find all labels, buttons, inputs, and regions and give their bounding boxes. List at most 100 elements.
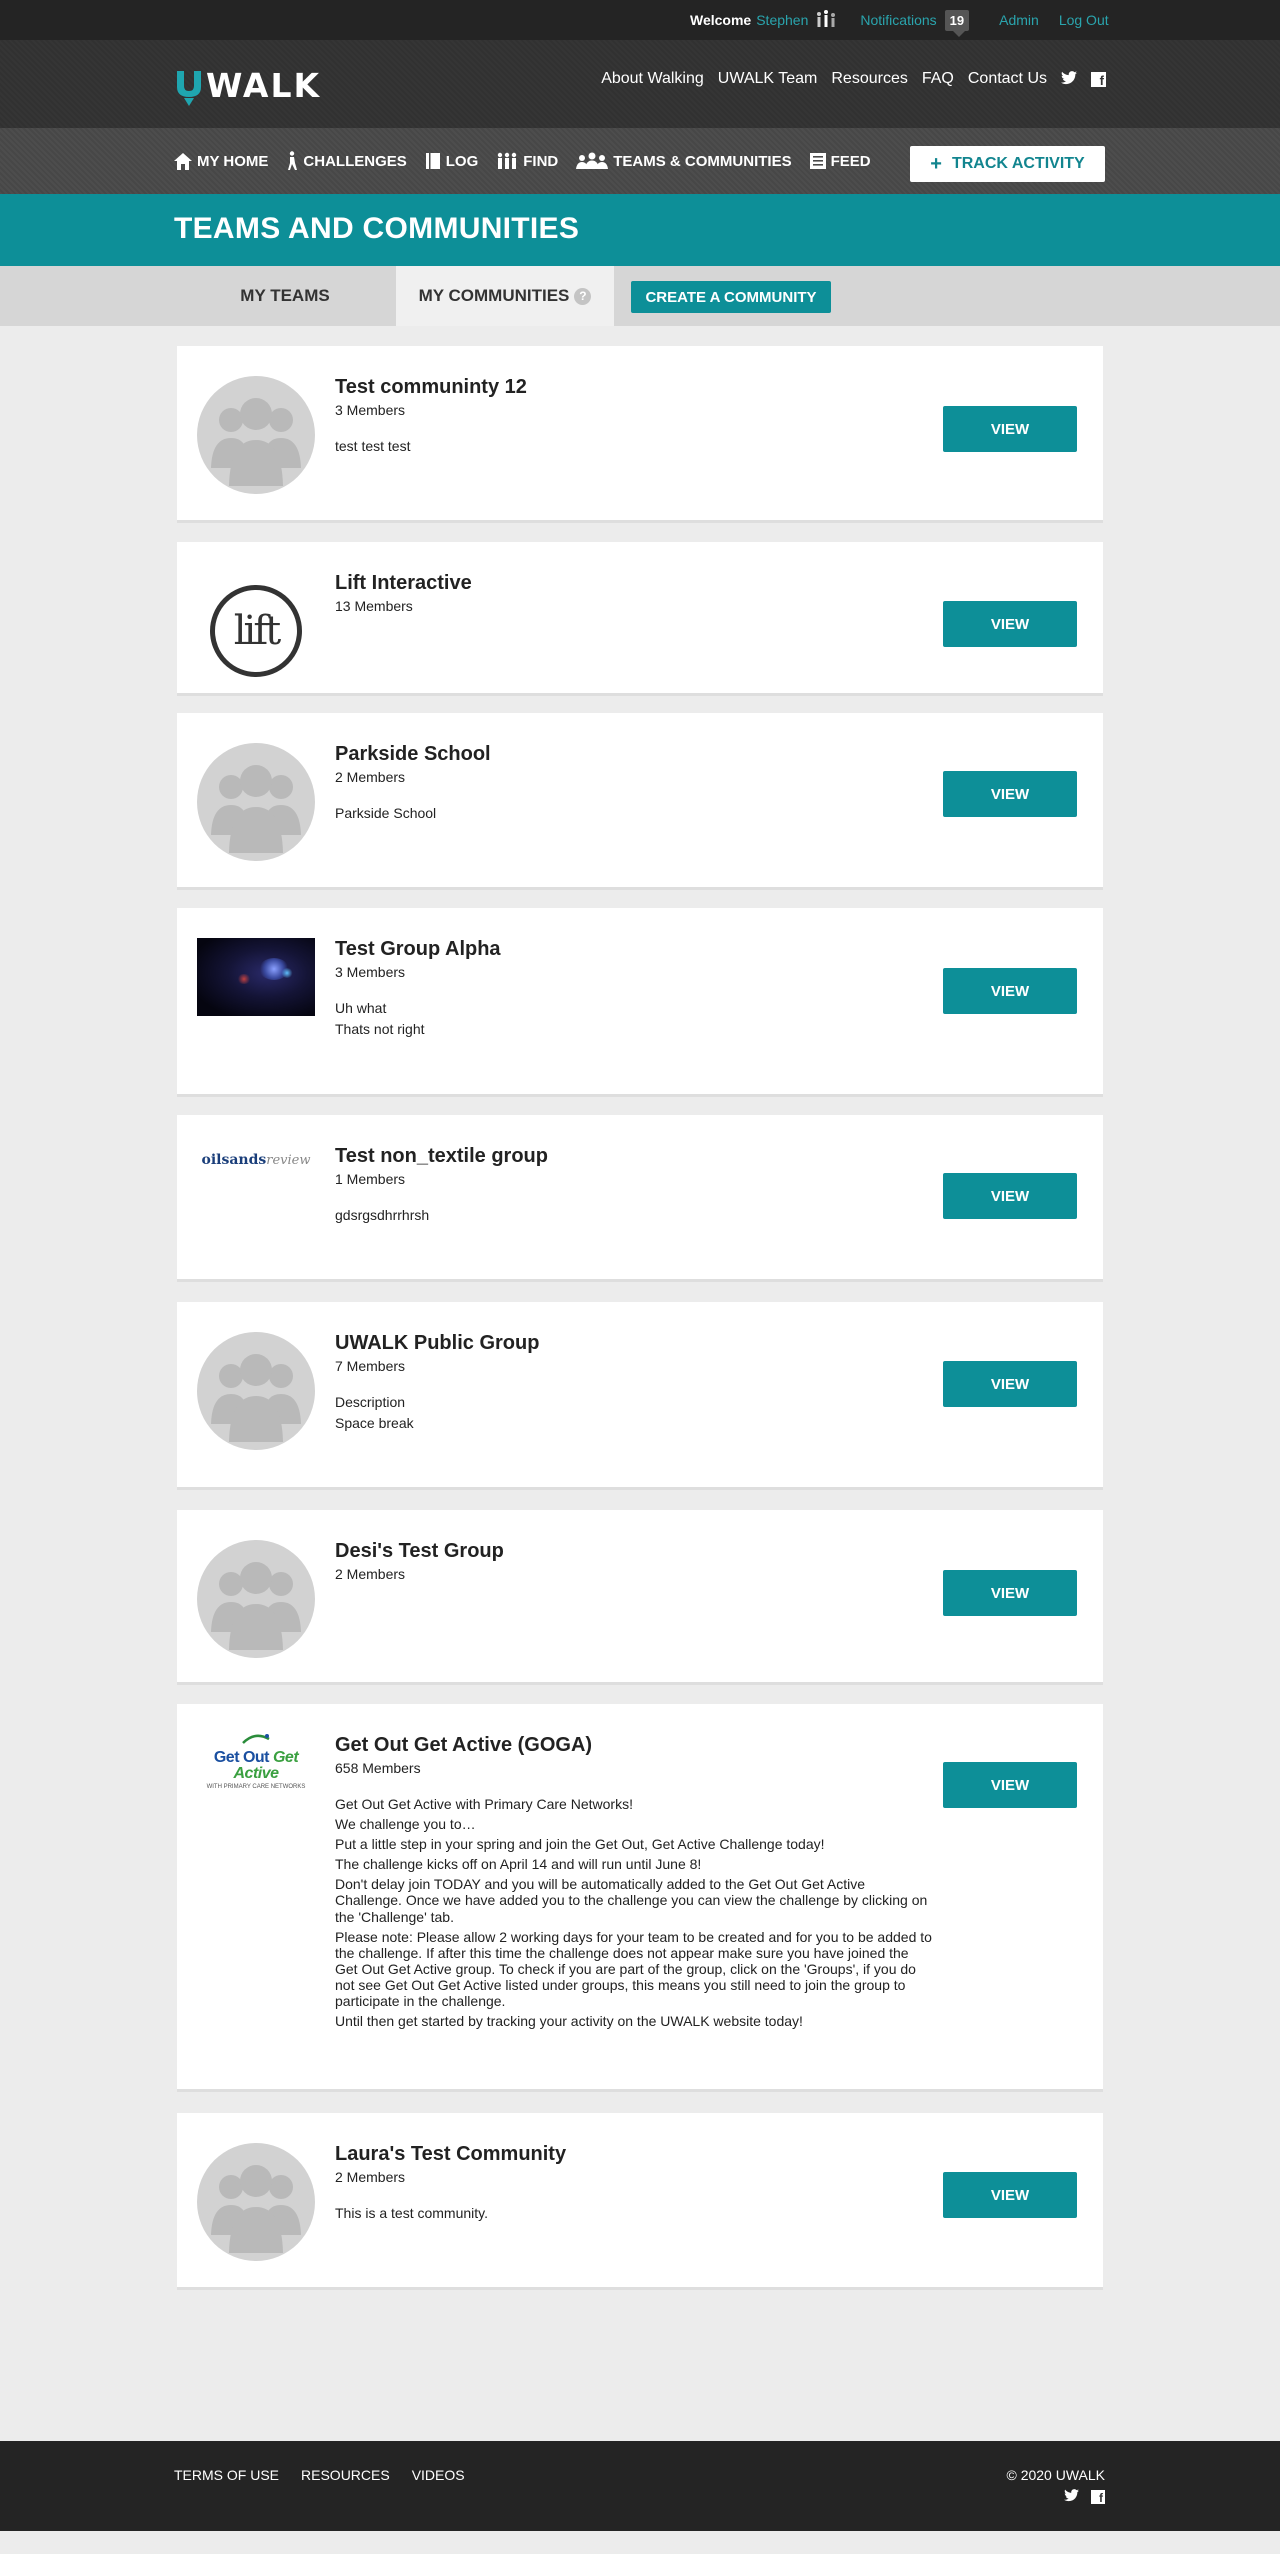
subnav-challenges[interactable]: CHALLENGES (286, 151, 407, 171)
description-line: Description (335, 1394, 406, 1410)
view-button[interactable]: VIEW (943, 1762, 1077, 1808)
page-bottom-strip (0, 2531, 1280, 2554)
subnav-label: MY HOME (197, 152, 269, 170)
community-image: oilsands review (197, 1145, 315, 1263)
member-count: 2 Members (335, 2169, 406, 2185)
view-button[interactable]: VIEW (943, 601, 1077, 647)
notifications-badge[interactable]: 19 (944, 9, 970, 37)
subnav-log[interactable]: LOG (425, 152, 478, 170)
tab-my-communities[interactable]: MY COMMUNITIES ? (396, 266, 614, 326)
community-card: Get Out Get Active WITH PRIMARY CARE NET… (177, 1704, 1103, 2092)
community-image (197, 1332, 315, 1450)
community-image (197, 376, 315, 494)
community-card: Laura's Test Community 2 Members This is… (177, 2113, 1103, 2290)
view-button[interactable]: VIEW (943, 2172, 1077, 2218)
community-description: gdsrgsdhrrhrsh (335, 1207, 955, 1224)
main-nav: About Walking UWALK Team Resources FAQ C… (587, 70, 1106, 88)
help-icon[interactable]: ? (574, 287, 592, 305)
uwalk-logo[interactable]: WALK (174, 66, 321, 106)
community-info: Desi's Test Group 2 Members (335, 1540, 955, 1582)
subnav-teams-communities[interactable]: TEAMS & COMMUNITIES (576, 152, 792, 170)
nav-about-walking[interactable]: About Walking (601, 70, 704, 88)
tab-label: MY COMMUNITIES (418, 286, 570, 305)
view-button[interactable]: VIEW (943, 968, 1077, 1014)
community-info: Test non_textile group 1 Members gdsrgsd… (335, 1145, 955, 1228)
subnav-label: CHALLENGES (303, 152, 407, 170)
twitter-icon[interactable] (1061, 71, 1077, 87)
description-line: Please note: Please allow 2 working days… (335, 1928, 932, 2010)
goga-logo-text-a: Get Out (213, 1749, 270, 1766)
facebook-icon[interactable]: f (1091, 2490, 1105, 2504)
community-image: Get Out Get Active WITH PRIMARY CARE NET… (197, 1732, 315, 1792)
facebook-icon[interactable]: f (1091, 71, 1106, 87)
page-title: TEAMS AND COMMUNITIES (174, 212, 580, 245)
community-image (197, 743, 315, 861)
view-button[interactable]: VIEW (943, 1361, 1077, 1407)
goga-logo: Get Out Get Active WITH PRIMARY CARE NET… (197, 1732, 315, 1790)
footer-resources-link[interactable]: RESOURCES (301, 2467, 390, 2483)
swoosh-icon (242, 1734, 270, 1744)
subnav-label: FIND (523, 152, 559, 170)
oilsands-logo-text: oilsands (201, 1152, 267, 1168)
tab-my-teams[interactable]: MY TEAMS (174, 266, 396, 326)
nav-resources[interactable]: Resources (831, 70, 907, 88)
subnav-feed[interactable]: FEED (809, 152, 871, 170)
notifications-link[interactable]: Notifications (860, 12, 936, 28)
book-icon (425, 153, 440, 169)
footer-terms-link[interactable]: TERMS OF USE (174, 2467, 279, 2483)
community-image (197, 1540, 315, 1658)
community-description: test test test (335, 438, 955, 455)
member-count: 3 Members (335, 964, 406, 980)
description-line: Thats not right (335, 1020, 425, 1037)
community-info: Get Out Get Active (GOGA) 658 Members Ge… (335, 1734, 955, 2033)
create-community-button[interactable]: CREATE A COMMUNITY (631, 281, 831, 313)
community-card: Desi's Test Group 2 Members VIEW (177, 1510, 1103, 1685)
community-name: UWALK Public Group (335, 1332, 540, 1354)
view-button[interactable]: VIEW (943, 406, 1077, 452)
walker-icon (288, 151, 298, 170)
view-button[interactable]: VIEW (943, 771, 1077, 817)
logout-link[interactable]: Log Out (1059, 12, 1109, 28)
member-count: 658 Members (335, 1760, 421, 1776)
community-image (197, 2143, 315, 2261)
description-line: Uh what (335, 1000, 387, 1016)
site-header: WALK About Walking UWALK Team Resources … (0, 40, 1280, 128)
admin-link[interactable]: Admin (999, 12, 1039, 28)
view-button[interactable]: VIEW (943, 1570, 1077, 1616)
community-info: Test communinty 12 3 Members test test t… (335, 376, 955, 459)
default-avatar-icon (197, 376, 315, 494)
footer-links: TERMS OF USE RESOURCES VIDEOS (174, 2467, 487, 2483)
plus-icon: + (930, 153, 942, 175)
group-photo (197, 938, 315, 1016)
description-line: This is a test community. (335, 2205, 489, 2221)
goga-logo-subtext: WITH PRIMARY CARE NETWORKS (206, 1784, 306, 1790)
community-info: Lift Interactive 13 Members (335, 572, 955, 614)
track-activity-button[interactable]: + TRACK ACTIVITY (910, 146, 1105, 182)
community-info: Test Group Alpha 3 Members Uh what Thats… (335, 938, 955, 1042)
description-line: gdsrgsdhrrhrsh (335, 1207, 430, 1223)
subnav-label: TEAMS & COMMUNITIES (613, 152, 792, 170)
member-count: 2 Members (335, 769, 406, 785)
community-info: Laura's Test Community 2 Members This is… (335, 2143, 955, 2226)
member-count: 13 Members (335, 598, 413, 614)
community-card: Test Group Alpha 3 Members Uh what Thats… (177, 908, 1103, 1097)
nav-contact-us[interactable]: Contact Us (968, 70, 1047, 88)
default-avatar-icon (197, 1332, 315, 1450)
username-link[interactable]: Stephen (756, 12, 808, 28)
default-avatar-icon (197, 743, 315, 861)
community-description: Get Out Get Active with Primary Care Net… (335, 1796, 935, 2029)
nav-uwalk-team[interactable]: UWALK Team (718, 70, 818, 88)
member-count: 3 Members (335, 402, 406, 418)
subnav-label: FEED (830, 152, 871, 170)
view-button[interactable]: VIEW (943, 1173, 1077, 1219)
subnav-my-home[interactable]: MY HOME (174, 152, 269, 170)
description-line: Parkside School (335, 805, 437, 821)
footer-videos-link[interactable]: VIDEOS (412, 2467, 465, 2483)
nav-faq[interactable]: FAQ (922, 70, 954, 88)
description-line: Until then get started by tracking your … (335, 2013, 803, 2030)
community-description: Description Space break (335, 1394, 955, 1432)
twitter-icon[interactable] (1064, 2489, 1079, 2505)
community-image: lift (197, 572, 315, 690)
subnav-find[interactable]: FIND (496, 152, 558, 170)
community-image (197, 938, 315, 1056)
